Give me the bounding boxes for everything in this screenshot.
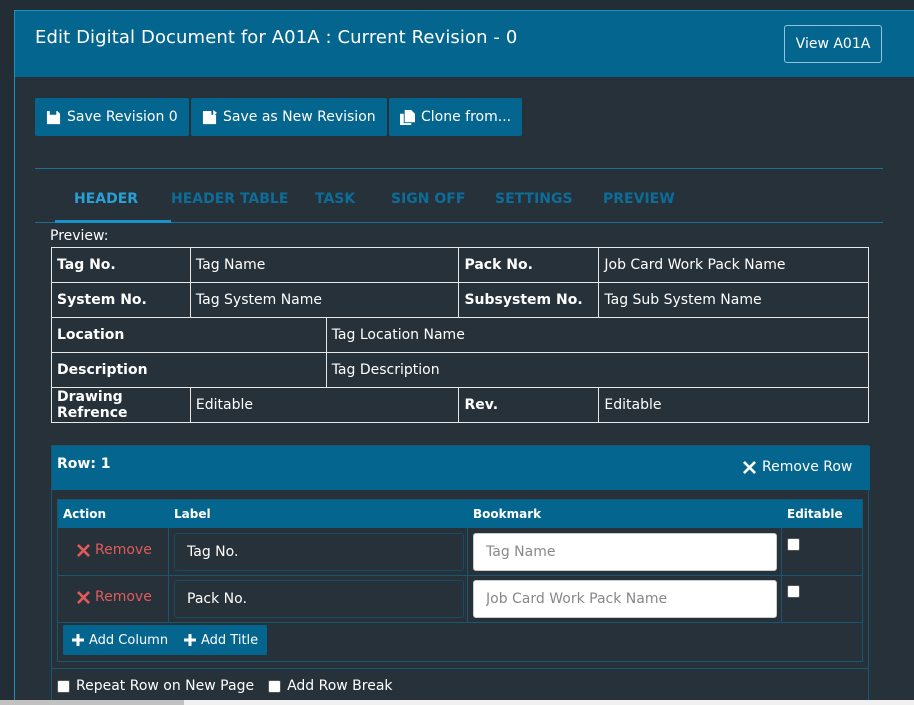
preview-table: Tag No. Tag Name Pack No. Job Card Work …: [51, 247, 870, 423]
row-editor-header: Row: 1 Remove Row: [52, 446, 870, 490]
table-cell: Location: [51, 317, 327, 353]
table-cell: Editable: [189, 387, 460, 423]
table-cell: Tag Name: [189, 247, 460, 283]
table-cell: Description: [51, 352, 327, 388]
table-row: Tag No. Tag Name Pack No. Job Card Work …: [51, 247, 869, 283]
columns-header: Action Label Bookmark Editable: [58, 500, 862, 528]
column-header-bookmark: Bookmark: [473, 507, 542, 521]
table-row: Location Tag Location Name: [51, 317, 870, 353]
tab-bar: HEADER HEADER TABLE TASK SIGN OFF SETTIN…: [35, 183, 883, 223]
clone-from-button[interactable]: Clone from...: [389, 98, 523, 136]
row-separator: [58, 622, 862, 623]
table-cell: Tag Sub System Name: [598, 282, 869, 318]
add-title-label: Add Title: [201, 632, 259, 648]
close-icon: [77, 590, 90, 604]
table-cell: Rev.: [458, 387, 600, 423]
save-revision-button[interactable]: Save Revision 0: [35, 98, 189, 136]
tab-settings[interactable]: SETTINGS: [495, 191, 573, 207]
table-cell: Editable: [598, 387, 869, 423]
tab-sign-off[interactable]: SIGN OFF: [391, 191, 465, 207]
save-new-revision-label: Save as New Revision: [223, 109, 376, 125]
row-separator: [58, 575, 862, 576]
row-title: Row: 1: [57, 456, 111, 472]
table-cell: Tag No.: [51, 247, 191, 283]
view-document-button[interactable]: View A01A: [784, 25, 882, 63]
edit-document-panel: Edit Digital Document for A01A : Current…: [14, 10, 914, 705]
save-icon: [46, 110, 61, 124]
table-cell: Tag Location Name: [325, 317, 870, 353]
table-cell: Job Card Work Pack Name: [598, 247, 869, 283]
close-icon: [743, 460, 756, 474]
tab-task[interactable]: TASK: [315, 191, 355, 207]
panel-header: Edit Digital Document for A01A : Current…: [15, 11, 914, 77]
tab-preview[interactable]: PREVIEW: [603, 191, 675, 207]
row-options: Repeat Row on New Page Add Row Break: [57, 678, 393, 694]
table-cell: System No.: [51, 282, 191, 318]
column-header-action: Action: [63, 507, 107, 521]
active-tab-indicator: [55, 220, 171, 223]
add-title-button[interactable]: Add Title: [175, 625, 268, 655]
table-cell: Tag Description: [325, 352, 870, 388]
repeat-row-label: Repeat Row on New Page: [76, 678, 255, 694]
scrollbar-thumb[interactable]: [0, 700, 184, 705]
table-row: System No. Tag System Name Subsystem No.…: [51, 282, 869, 318]
remove-item-label: Remove: [95, 542, 152, 558]
divider: [35, 168, 883, 169]
table-cell: Drawing Refrence: [51, 387, 191, 423]
copy-icon: [400, 109, 415, 125]
add-column-label: Add Column: [89, 632, 169, 648]
remove-item-label: Remove: [95, 589, 152, 605]
editable-checkbox[interactable]: [787, 585, 800, 598]
close-icon: [77, 543, 90, 557]
repeat-row-checkbox[interactable]: [57, 679, 70, 693]
plus-icon: [72, 634, 84, 646]
save-revision-label: Save Revision 0: [67, 109, 178, 125]
table-cell: Pack No.: [458, 247, 600, 283]
horizontal-scrollbar[interactable]: [0, 700, 914, 705]
column-header-editable: Editable: [787, 507, 843, 521]
add-row-break-label: Add Row Break: [287, 678, 393, 694]
label-field[interactable]: Pack No.: [174, 580, 464, 618]
page-title: Edit Digital Document for A01A : Current…: [35, 27, 518, 48]
divider: [52, 668, 868, 669]
row-columns-table: Action Label Bookmark Editable Remove Ta…: [57, 499, 863, 662]
table-row: Description Tag Description: [51, 352, 870, 388]
table-row: Drawing Refrence Editable Rev. Editable: [51, 387, 869, 423]
plus-icon: [184, 634, 196, 646]
row-editor: Row: 1 Remove Row Action Label Bookmark …: [51, 445, 870, 705]
table-cell: Tag System Name: [189, 282, 460, 318]
bookmark-field[interactable]: [473, 533, 777, 571]
add-row-break-checkbox[interactable]: [268, 679, 282, 693]
editable-checkbox[interactable]: [787, 538, 800, 551]
remove-item-button[interactable]: Remove: [77, 589, 152, 605]
column-header-label: Label: [174, 507, 211, 521]
remove-row-label: Remove Row: [762, 459, 853, 475]
tab-header-table[interactable]: HEADER TABLE: [171, 191, 288, 207]
save-new-revision-button[interactable]: Save as New Revision: [191, 98, 387, 136]
remove-row-button[interactable]: Remove Row: [743, 459, 852, 475]
table-cell: Subsystem No.: [458, 282, 600, 318]
remove-item-button[interactable]: Remove: [77, 542, 152, 558]
clone-from-label: Clone from...: [421, 109, 512, 125]
tab-header[interactable]: HEADER: [74, 191, 138, 207]
save-new-icon: [202, 109, 217, 124]
bookmark-field[interactable]: [473, 580, 777, 618]
add-column-button[interactable]: Add Column: [63, 625, 178, 655]
label-field[interactable]: Tag No.: [174, 533, 464, 571]
preview-label: Preview:: [50, 228, 109, 244]
